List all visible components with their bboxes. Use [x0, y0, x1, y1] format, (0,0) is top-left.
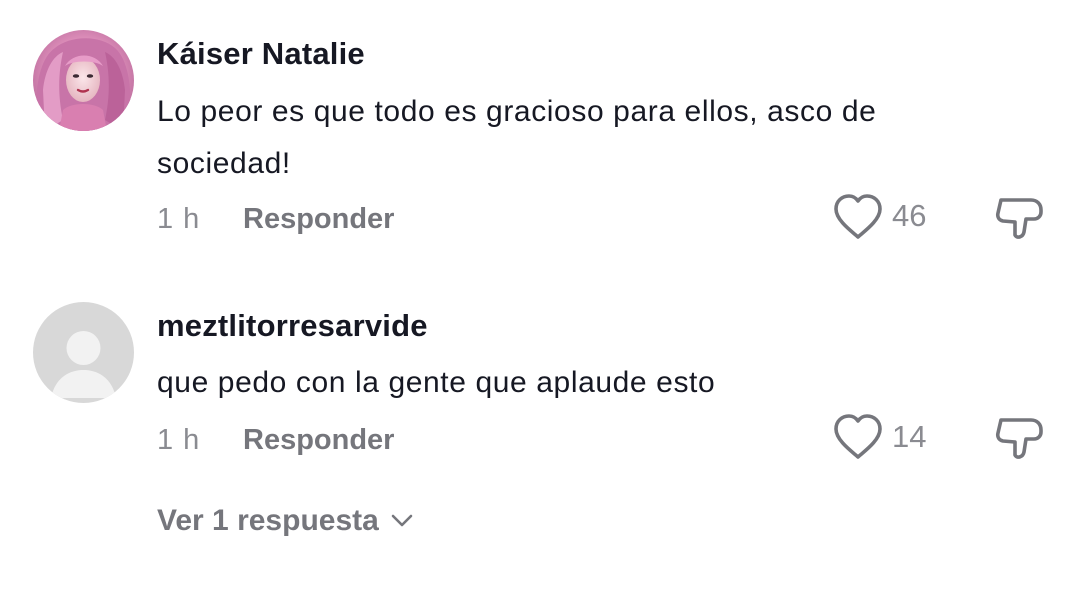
reply-button[interactable]: Responder	[243, 424, 394, 457]
comment-time: 1 h	[157, 203, 201, 235]
like-button[interactable]	[832, 193, 884, 241]
pink-hair-user-avatar-icon	[33, 30, 134, 131]
username[interactable]: meztlitorresarvide	[157, 308, 428, 344]
heart-outline-icon	[834, 414, 882, 459]
dislike-button[interactable]	[993, 192, 1045, 244]
view-replies-button[interactable]: Ver 1 respuesta	[157, 504, 413, 538]
heart-outline-icon	[834, 194, 882, 239]
like-count: 46	[892, 198, 927, 233]
thumbs-down-icon	[995, 198, 1043, 239]
default-user-avatar-icon	[33, 302, 134, 403]
thumbs-down-icon	[995, 418, 1043, 459]
comment-item: meztlitorresarvide que pedo con la gente…	[0, 280, 1079, 480]
comment-text: Lo peor es que todo es gracioso para ell…	[157, 95, 877, 180]
comment-text: que pedo con la gente que aplaude esto	[157, 366, 716, 399]
username[interactable]: Káiser Natalie	[157, 36, 365, 72]
chevron-down-icon	[391, 514, 413, 527]
avatar[interactable]	[33, 302, 134, 403]
like-button[interactable]	[832, 413, 884, 461]
like-count: 14	[892, 419, 927, 454]
dislike-button[interactable]	[993, 412, 1045, 464]
view-replies-label: Ver 1 respuesta	[157, 504, 379, 537]
avatar[interactable]	[33, 30, 134, 131]
comment-item: Káiser Natalie Lo peor es que todo es gr…	[0, 0, 1079, 280]
reply-button[interactable]: Responder	[243, 203, 394, 236]
comment-time: 1 h	[157, 424, 201, 456]
